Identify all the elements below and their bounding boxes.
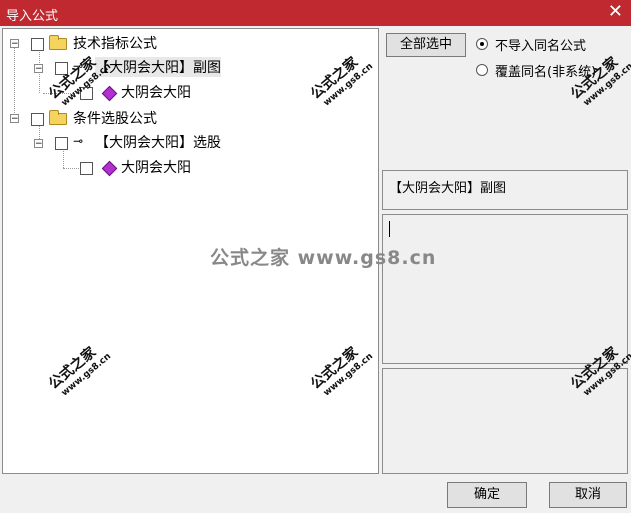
expand-toggle[interactable]: − xyxy=(10,39,19,49)
ok-button[interactable]: 确定 xyxy=(447,482,527,508)
title-bar: 导入公式 ✕ xyxy=(0,0,631,26)
window-title: 导入公式 xyxy=(6,9,59,24)
item-label[interactable]: 大阴会大阳 xyxy=(121,157,191,177)
tree-line xyxy=(63,149,64,168)
tree-line xyxy=(14,45,15,119)
group-checkbox[interactable] xyxy=(31,38,44,51)
radio-overwrite[interactable] xyxy=(476,64,488,76)
key-icon: ⊸ xyxy=(73,134,84,148)
radio-label[interactable]: 不导入同名公式 xyxy=(495,35,586,54)
gem-icon xyxy=(101,160,118,177)
expand-toggle[interactable]: − xyxy=(34,64,43,74)
item-checkbox[interactable] xyxy=(80,162,93,175)
folder-icon xyxy=(49,35,67,50)
radio-skip-duplicates[interactable] xyxy=(476,38,488,50)
formula-name-text: 【大阴会大阳】副图 xyxy=(389,181,507,196)
group-label[interactable]: 技术指标公式 xyxy=(73,33,157,53)
formula-description-area[interactable] xyxy=(382,214,628,364)
center-watermark: 公式之家 www.gs8.cn xyxy=(210,247,437,269)
watermark: 公式之家 www.gs8.cn xyxy=(567,54,631,109)
item-label[interactable]: 大阴会大阳 xyxy=(121,82,191,102)
gem-icon xyxy=(101,85,118,102)
group-checkbox[interactable] xyxy=(31,113,44,126)
formula-checkbox[interactable] xyxy=(55,137,68,150)
group-label[interactable]: 条件选股公式 xyxy=(73,108,157,128)
formula-label[interactable]: 【大阴会大阳】选股 xyxy=(95,132,221,152)
expand-toggle[interactable]: − xyxy=(34,139,43,149)
formula-label[interactable]: 【大阴会大阳】副图 xyxy=(95,57,221,77)
cancel-button[interactable]: 取消 xyxy=(549,482,627,508)
formula-name-box: 【大阴会大阳】副图 xyxy=(382,170,628,210)
select-all-button[interactable]: 全部选中 xyxy=(386,33,466,57)
text-cursor xyxy=(389,221,390,237)
folder-icon xyxy=(49,110,67,125)
close-icon[interactable]: ✕ xyxy=(608,2,623,22)
expand-toggle[interactable]: − xyxy=(10,114,19,124)
